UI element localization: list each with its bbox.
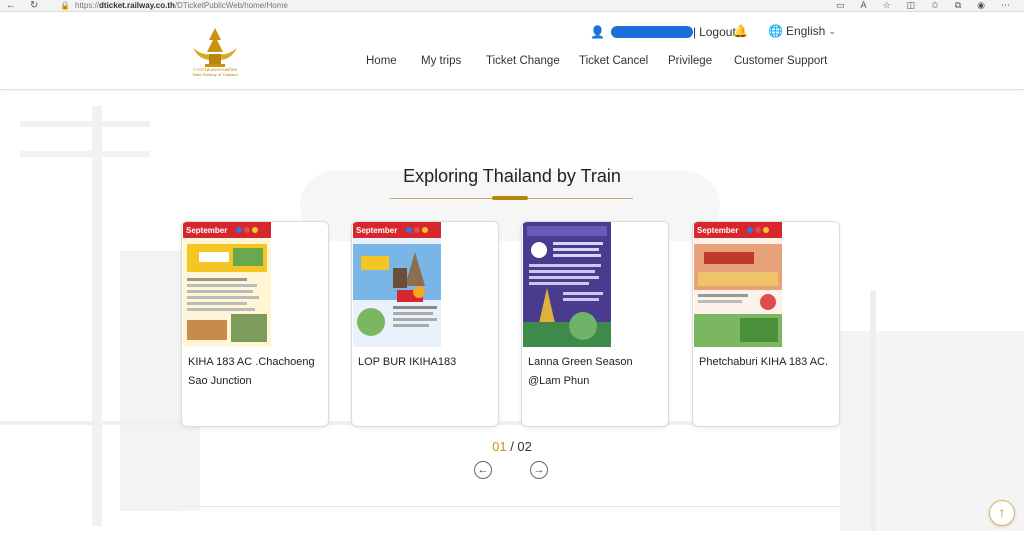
chevron-down-icon: ⌄ xyxy=(828,25,836,36)
more-icon[interactable]: ⋯ xyxy=(1001,0,1010,11)
title-accent xyxy=(492,196,528,200)
trip-card[interactable]: September KIHA 183 AC .Chachoeng Sao Jun… xyxy=(181,221,329,427)
nav-home[interactable]: Home xyxy=(366,55,397,67)
background-railway-scene xyxy=(0,91,1024,538)
page-separator: / xyxy=(506,439,518,454)
split-screen-icon[interactable]: ◫ xyxy=(907,0,916,11)
trip-card[interactable]: September Phetchaburi KIHA 183 AC. xyxy=(692,221,840,427)
footer-divider xyxy=(181,506,842,507)
refresh-icon[interactable]: ↻ xyxy=(30,0,38,11)
nav-my-trips[interactable]: My trips xyxy=(421,55,461,67)
back-arrow-icon[interactable]: ← xyxy=(6,0,16,11)
card-image: September xyxy=(352,222,498,347)
address-bar[interactable]: https://dticket.railway.co.th/DTicketPub… xyxy=(75,0,288,11)
screen-icon[interactable]: ▭ xyxy=(836,0,845,11)
svg-text:September: September xyxy=(356,226,397,235)
nav-customer-support[interactable]: Customer Support xyxy=(734,55,827,67)
card-title[interactable]: Lanna Green Season @Lam Phun xyxy=(528,353,666,391)
card-title[interactable]: KIHA 183 AC .Chachoeng Sao Junction xyxy=(188,353,326,391)
trip-card[interactable]: September LOP BUR IKIHA183 xyxy=(351,221,499,427)
collections-icon[interactable]: ⧉ xyxy=(955,0,961,11)
logo-caption: การรถไฟแห่งประเทศไทย State Railway of Tha… xyxy=(192,67,238,77)
language-label: English xyxy=(785,24,826,38)
lock-icon[interactable]: 🔒 xyxy=(60,0,70,11)
user-icon: 👤 xyxy=(590,25,605,39)
prev-arrow-icon[interactable]: ← xyxy=(474,461,492,479)
separator: | xyxy=(692,25,697,39)
card-title[interactable]: LOP BUR IKIHA183 xyxy=(358,353,496,372)
bell-icon[interactable]: 🔔 xyxy=(733,24,748,38)
poster-image: September xyxy=(183,222,271,347)
card-image: September xyxy=(182,222,328,347)
current-page: 01 xyxy=(492,439,507,454)
total-pages: 02 xyxy=(517,439,532,454)
browser-toolbar: ← ↻ 🔒 https://dticket.railway.co.th/DTic… xyxy=(0,0,1024,12)
poster-image xyxy=(523,222,611,347)
card-title[interactable]: Phetchaburi KIHA 183 AC. xyxy=(699,353,837,372)
username-redacted xyxy=(610,26,693,38)
browser-actions: ▭ A ☆ ◫ ✩ ⧉ ◉ ⋯ xyxy=(836,0,1010,11)
card-image: September xyxy=(693,222,839,347)
poster-image: September xyxy=(353,222,441,347)
globe-icon: 🌐 xyxy=(768,24,783,38)
poster-image: September xyxy=(694,222,782,347)
scroll-to-top-icon[interactable]: ↑ xyxy=(989,500,1015,526)
card-image xyxy=(522,222,668,347)
section-title: Exploring Thailand by Train xyxy=(403,166,621,186)
language-selector[interactable]: 🌐 English ⌄ xyxy=(768,24,836,38)
trip-card[interactable]: Lanna Green Season @Lam Phun xyxy=(521,221,669,427)
svg-text:September: September xyxy=(186,226,227,235)
favorite-star-icon[interactable]: ☆ xyxy=(883,0,891,11)
site-header: การรถไฟแห่งประเทศไทย State Railway of Tha… xyxy=(0,12,1024,90)
user-menu[interactable]: 👤 | Logout xyxy=(590,24,736,40)
nav-ticket-change[interactable]: Ticket Change xyxy=(486,55,560,67)
favorites-icon[interactable]: ✩ xyxy=(931,0,939,11)
next-arrow-icon[interactable]: → xyxy=(530,461,548,479)
pagination-indicator: 01 / 02 xyxy=(0,439,1024,454)
extension-icon[interactable]: ◉ xyxy=(977,0,985,11)
nav-ticket-cancel[interactable]: Ticket Cancel xyxy=(579,55,648,67)
read-aloud-icon[interactable]: A xyxy=(861,0,867,11)
logout-link[interactable]: Logout xyxy=(699,25,736,39)
nav-privilege[interactable]: Privilege xyxy=(668,55,712,67)
svg-text:September: September xyxy=(697,226,738,235)
